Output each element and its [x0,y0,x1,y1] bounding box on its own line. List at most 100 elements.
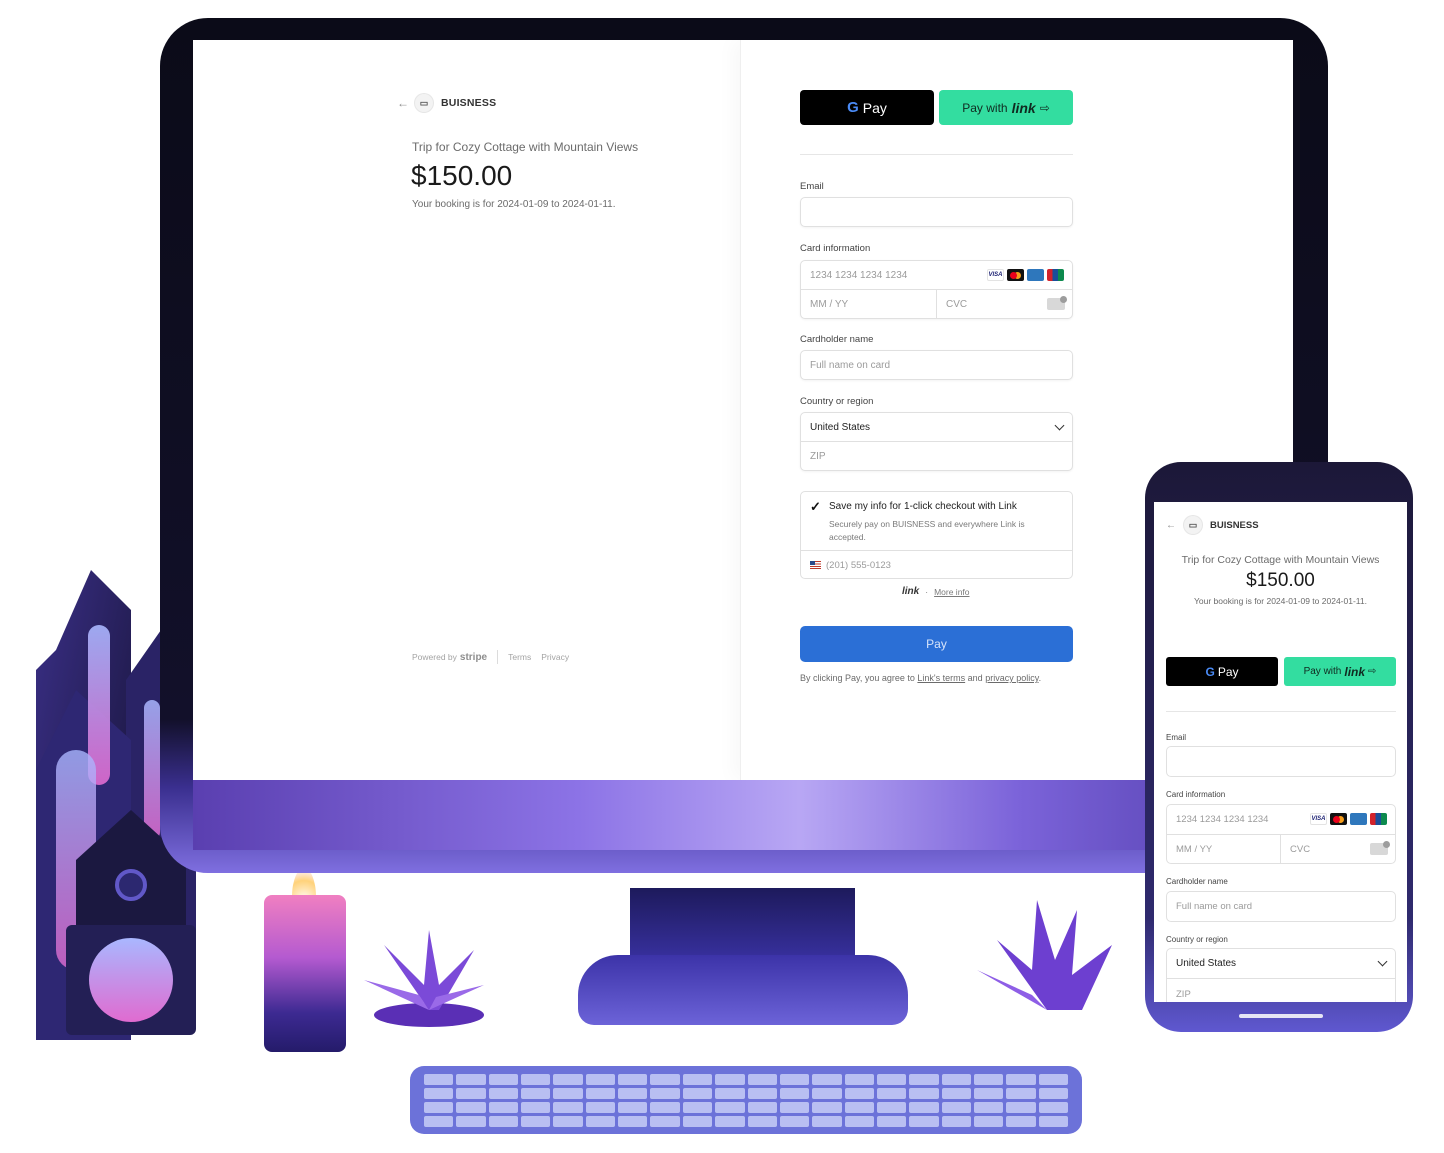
keyboard-key [456,1074,486,1085]
keyboard-key [1038,1102,1068,1113]
terms-link[interactable]: Terms [508,652,531,662]
save-info-checkbox[interactable]: ✓ [810,500,823,513]
keyboard-key [812,1102,842,1113]
mobile-email-label: Email [1166,733,1187,742]
keyboard-key [909,1074,939,1085]
pay-with-link-button[interactable]: Pay with link ⇨ [939,90,1073,125]
keyboard-key [941,1102,971,1113]
mobile-card-brands: VISA [1310,813,1387,825]
mobile-checkout-screen: ← ▭ BUISNESS Trip for Cozy Cottage with … [1154,502,1407,1002]
keyboard-key [521,1088,551,1099]
google-pay-button[interactable]: G Pay [800,90,934,125]
store-icon: ▭ [415,94,433,112]
mobile-cvc-field[interactable]: CVC [1281,835,1396,864]
mobile-country-value: United States [1176,958,1237,969]
keyboard-key [973,1088,1004,1099]
privacy-link[interactable]: Privacy [541,652,569,662]
mobile-store-icon: ▭ [1184,516,1202,534]
link-footer: link · More info [902,586,970,597]
keyboard-key [973,1102,1004,1113]
mobile-link-prefix: Pay with [1303,666,1342,677]
back-arrow-icon[interactable]: ← [397,96,409,110]
keyboard-key [585,1074,616,1085]
chevron-down-icon [1054,420,1065,431]
keyboard-key [650,1088,680,1099]
keyboard-key [553,1116,583,1127]
keyboard-key [747,1102,777,1113]
link-save-box: ✓ Save my info for 1-click checkout with… [800,491,1073,579]
mobile-booking-dates: Your booking is for 2024-01-09 to 2024-0… [1194,596,1367,606]
phone-field[interactable]: (201) 555-0123 [801,550,1072,579]
total-price: $150.00 [411,160,513,191]
cvc-field[interactable]: CVC [937,290,1073,319]
powered-by-label: Powered by [412,652,457,662]
country-value: United States [810,421,871,433]
mobile-card-number-field[interactable]: 1234 1234 1234 1234 VISA [1167,805,1395,835]
link-terms-link[interactable]: Link's terms [917,673,965,683]
keyboard-key [553,1102,583,1113]
country-select[interactable]: United States [801,413,1072,442]
google-g-icon: G [847,99,859,116]
mobile-google-pay-button[interactable]: G Pay [1166,657,1278,686]
booking-dates: Your booking is for 2024-01-09 to 2024-0… [412,199,616,210]
keyboard-key [618,1088,648,1099]
candle-decoration [264,895,346,1052]
card-brands: VISA [987,269,1064,281]
keyboard-key [424,1116,454,1127]
cvc-placeholder: CVC [946,299,968,310]
mobile-pay-with-link-button[interactable]: Pay with link ⇨ [1284,657,1396,686]
email-field[interactable] [800,197,1073,227]
mobile-email-field[interactable] [1166,746,1396,777]
mobile-mastercard-icon [1330,813,1347,825]
card-number-field[interactable]: 1234 1234 1234 1234 VISA [801,261,1072,290]
merchant-name: BUISNESS [441,97,497,109]
keyboard-key [521,1102,551,1113]
keyboard-key [747,1088,777,1099]
arrow-right-icon: ⇨ [1039,100,1050,115]
keyboard-key [585,1088,616,1099]
mobile-google-g-icon: G [1205,664,1215,679]
mobile-cvc-placeholder: CVC [1290,844,1311,855]
keyboard-key [973,1116,1004,1127]
more-info-link[interactable]: More info [934,587,969,597]
mobile-total-price: $150.00 [1246,570,1315,591]
keyboard-key [618,1116,648,1127]
keyboard-key [553,1088,583,1099]
privacy-policy-link[interactable]: privacy policy [985,673,1038,683]
mobile-cvc-card-icon [1370,841,1390,855]
keyboard-key [1006,1116,1036,1127]
pay-button[interactable]: Pay [800,626,1073,662]
keyboard-key [1038,1074,1068,1085]
keyboard-key [488,1074,519,1085]
footer-dot: · [925,586,929,597]
keyboard-key [553,1074,583,1085]
keyboard-key [1006,1102,1036,1113]
mastercard-icon [1007,269,1024,281]
mobile-expiry-field[interactable]: MM / YY [1167,835,1281,864]
mobile-back-arrow-icon[interactable]: ← [1166,520,1176,531]
keyboard-key [909,1116,939,1127]
pane-divider [740,40,741,780]
mobile-zip-field[interactable]: ZIP [1167,979,1395,1002]
keyboard-key [424,1102,454,1113]
mobile-unionpay-icon [1370,813,1387,825]
phone-placeholder: (201) 555-0123 [826,559,891,571]
purple-plant-left [364,930,484,1027]
powered-by[interactable]: Powered by stripe [412,652,487,663]
zip-field[interactable]: ZIP [801,442,1072,471]
billing-address-group: United States ZIP [800,412,1073,471]
keyboard-key [876,1102,907,1113]
mobile-country-select[interactable]: United States [1167,949,1395,979]
keyboard-key [812,1074,842,1085]
expiry-field[interactable]: MM / YY [801,290,937,319]
keyboard-key [424,1074,454,1085]
cardholder-name-field[interactable]: Full name on card [800,350,1073,380]
keyboard-key [779,1088,810,1099]
mobile-cardholder-name-field[interactable]: Full name on card [1166,891,1396,922]
keyboard-key [488,1116,519,1127]
keyboard-key [812,1088,842,1099]
save-info-title: Save my info for 1-click checkout with L… [829,501,1017,512]
keyboard-key [779,1074,810,1085]
card-number-placeholder: 1234 1234 1234 1234 [810,269,908,281]
unionpay-icon [1047,269,1064,281]
